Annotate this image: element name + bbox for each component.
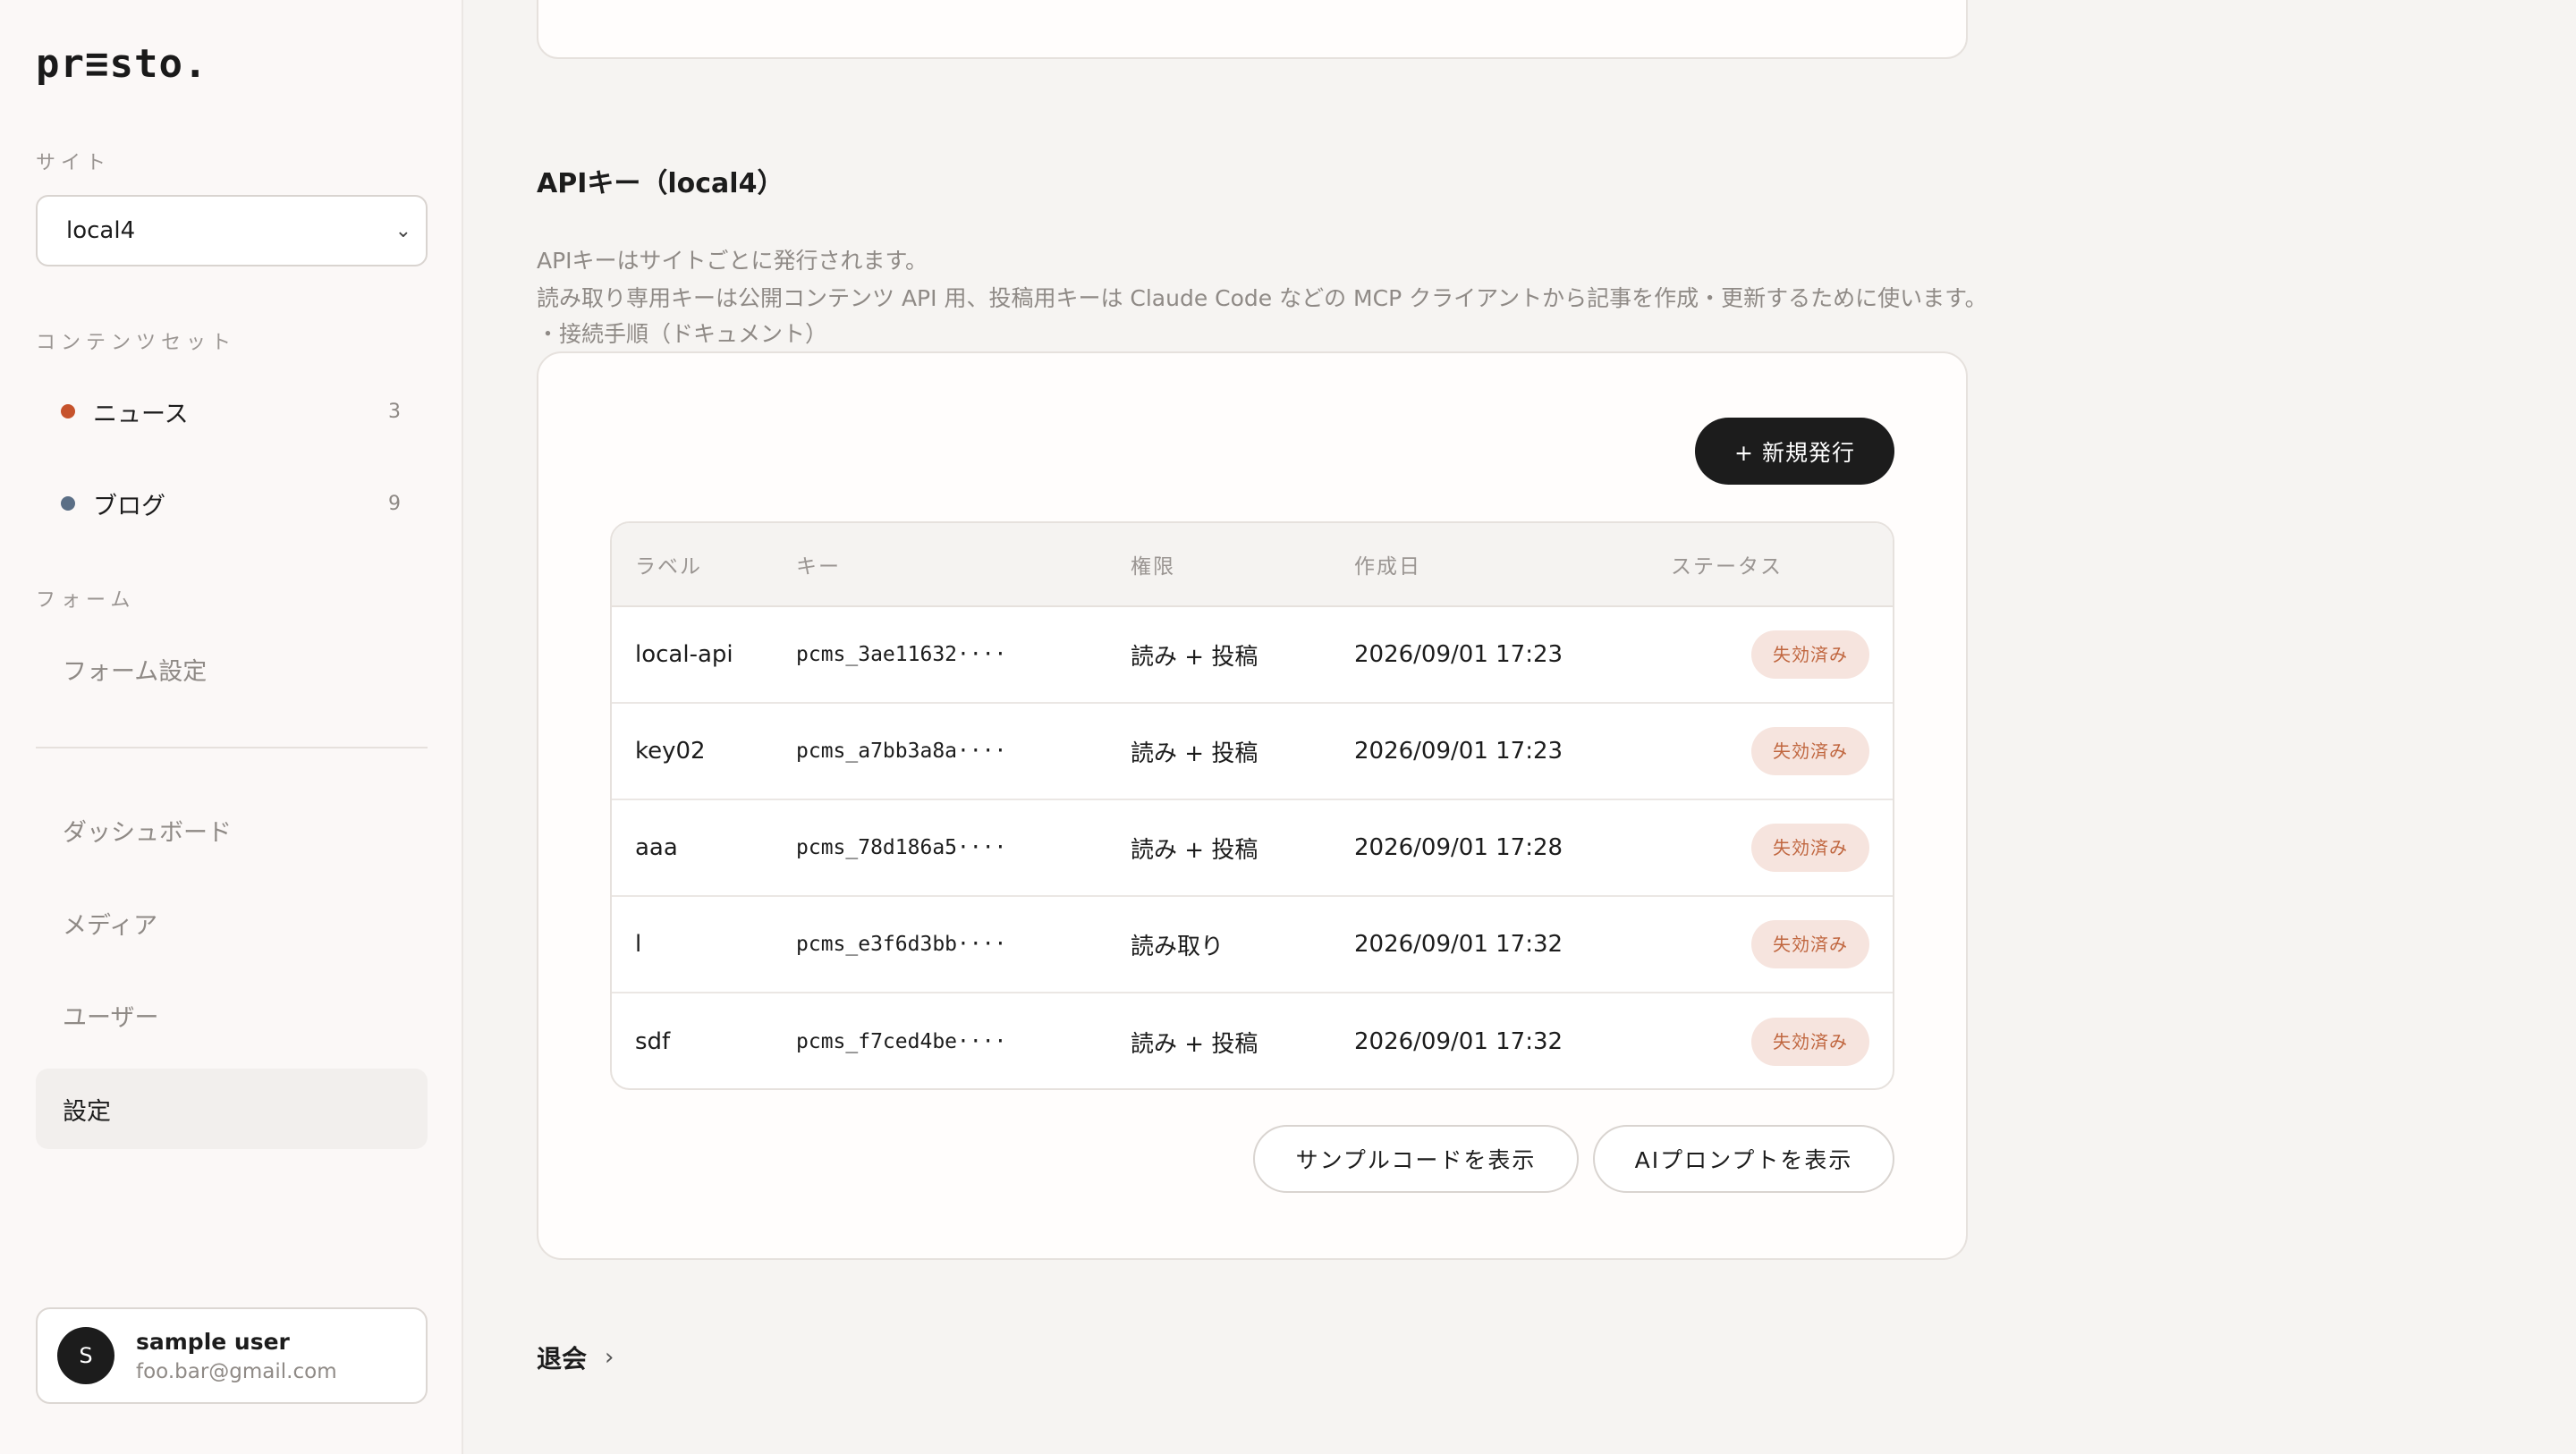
- status-badge: 失効済み: [1751, 1018, 1869, 1066]
- content-sets-label: コンテンツセット: [36, 332, 237, 354]
- key-value: pcms_e3f6d3bb····: [796, 933, 1007, 956]
- status-badge: 失効済み: [1751, 630, 1869, 679]
- status-dot-icon: [61, 496, 75, 511]
- sidebar-item-users[interactable]: ユーザー: [36, 975, 428, 1055]
- page-title: APIキー（local4）: [537, 168, 784, 199]
- column-header: ラベル: [635, 555, 702, 579]
- withdraw-link[interactable]: 退会 ›: [537, 1340, 614, 1375]
- key-permission: 読み取り: [1131, 933, 1224, 960]
- content-set-news[interactable]: ニュース 3: [36, 376, 428, 447]
- user-name: sample user: [136, 1328, 290, 1355]
- sidebar: pr≡sto. サイト local4 ⌄ コンテンツセット ニュース 3 ブログ…: [0, 0, 463, 1454]
- key-label: key02: [635, 738, 706, 765]
- sidebar-item-media[interactable]: メディア: [36, 883, 428, 963]
- status-badge: 失効済み: [1751, 824, 1869, 872]
- chevron-down-icon: ⌄: [394, 219, 411, 242]
- key-permission: 読み + 投稿: [1131, 740, 1258, 767]
- content-set-count: 9: [388, 492, 401, 515]
- key-created-date: 2026/09/01 17:32: [1354, 1028, 1563, 1055]
- column-header: ステータス: [1671, 555, 1783, 579]
- withdraw-label: 退会: [537, 1344, 588, 1374]
- status-badge: 失効済み: [1751, 920, 1869, 968]
- key-created-date: 2026/09/01 17:23: [1354, 641, 1563, 668]
- status-dot-icon: [61, 404, 75, 418]
- content-set-blog[interactable]: ブログ 9: [36, 468, 428, 539]
- table-row[interactable]: local-api pcms_3ae11632···· 読み + 投稿 2026…: [612, 607, 1893, 704]
- key-value: pcms_f7ced4be····: [796, 1030, 1007, 1053]
- show-ai-prompt-button[interactable]: AIプロンプトを表示: [1593, 1125, 1894, 1193]
- table-row[interactable]: sdf pcms_f7ced4be···· 読み + 投稿 2026/09/01…: [612, 993, 1893, 1088]
- key-permission: 読み + 投稿: [1131, 643, 1258, 671]
- content-set-label: ニュース: [93, 400, 189, 428]
- key-permission: 読み + 投稿: [1131, 836, 1258, 864]
- avatar: S: [57, 1327, 114, 1384]
- key-permission: 読み + 投稿: [1131, 1030, 1258, 1058]
- column-header: 作成日: [1354, 555, 1421, 579]
- site-select[interactable]: local4 ⌄: [36, 195, 428, 266]
- key-created-date: 2026/09/01 17:23: [1354, 738, 1563, 765]
- table-row[interactable]: key02 pcms_a7bb3a8a···· 読み + 投稿 2026/09/…: [612, 704, 1893, 800]
- content-set-count: 3: [388, 400, 401, 423]
- description-line: 読み取り専用キーは公開コンテンツ API 用、投稿用キーは Claude Cod…: [537, 285, 1987, 311]
- chevron-right-icon: ›: [605, 1344, 614, 1371]
- status-badge: 失効済み: [1751, 727, 1869, 775]
- description-line: APIキーはサイトごとに発行されます。: [537, 248, 928, 274]
- sidebar-divider: [36, 747, 428, 748]
- previous-section-card: [537, 0, 1968, 59]
- key-label: l: [635, 931, 642, 958]
- key-value: pcms_3ae11632····: [796, 643, 1007, 666]
- sidebar-item-settings[interactable]: 設定: [36, 1069, 428, 1149]
- show-sample-code-button[interactable]: サンプルコードを表示: [1253, 1125, 1579, 1193]
- table-row[interactable]: aaa pcms_78d186a5···· 読み + 投稿 2026/09/01…: [612, 800, 1893, 897]
- user-card[interactable]: S sample user foo.bar@gmail.com: [36, 1307, 428, 1404]
- key-value: pcms_a7bb3a8a····: [796, 740, 1007, 763]
- site-section-label: サイト: [36, 152, 112, 174]
- key-created-date: 2026/09/01 17:32: [1354, 931, 1563, 958]
- sidebar-item-dashboard[interactable]: ダッシュボード: [36, 790, 428, 870]
- logo[interactable]: pr≡sto.: [36, 41, 208, 87]
- key-created-date: 2026/09/01 17:28: [1354, 834, 1563, 861]
- key-label: sdf: [635, 1028, 671, 1055]
- table-header: ラベル キー 権限 作成日 ステータス: [612, 523, 1893, 607]
- table-row[interactable]: l pcms_e3f6d3bb···· 読み取り 2026/09/01 17:3…: [612, 897, 1893, 993]
- sidebar-item-form-settings[interactable]: フォーム設定: [36, 629, 428, 709]
- key-label: local-api: [635, 641, 733, 668]
- key-label: aaa: [635, 834, 678, 861]
- column-header: 権限: [1131, 555, 1175, 579]
- user-email: foo.bar@gmail.com: [136, 1359, 337, 1383]
- site-select-value: local4: [66, 217, 136, 244]
- form-section-label: フォーム: [36, 589, 136, 612]
- content-set-label: ブログ: [93, 492, 165, 520]
- api-keys-table: ラベル キー 権限 作成日 ステータス local-api pcms_3ae11…: [610, 521, 1894, 1090]
- docs-link[interactable]: ・接続手順（ドキュメント）: [537, 317, 827, 349]
- column-header: キー: [796, 555, 841, 579]
- new-key-button[interactable]: + 新規発行: [1695, 418, 1894, 485]
- key-value: pcms_78d186a5····: [796, 836, 1007, 859]
